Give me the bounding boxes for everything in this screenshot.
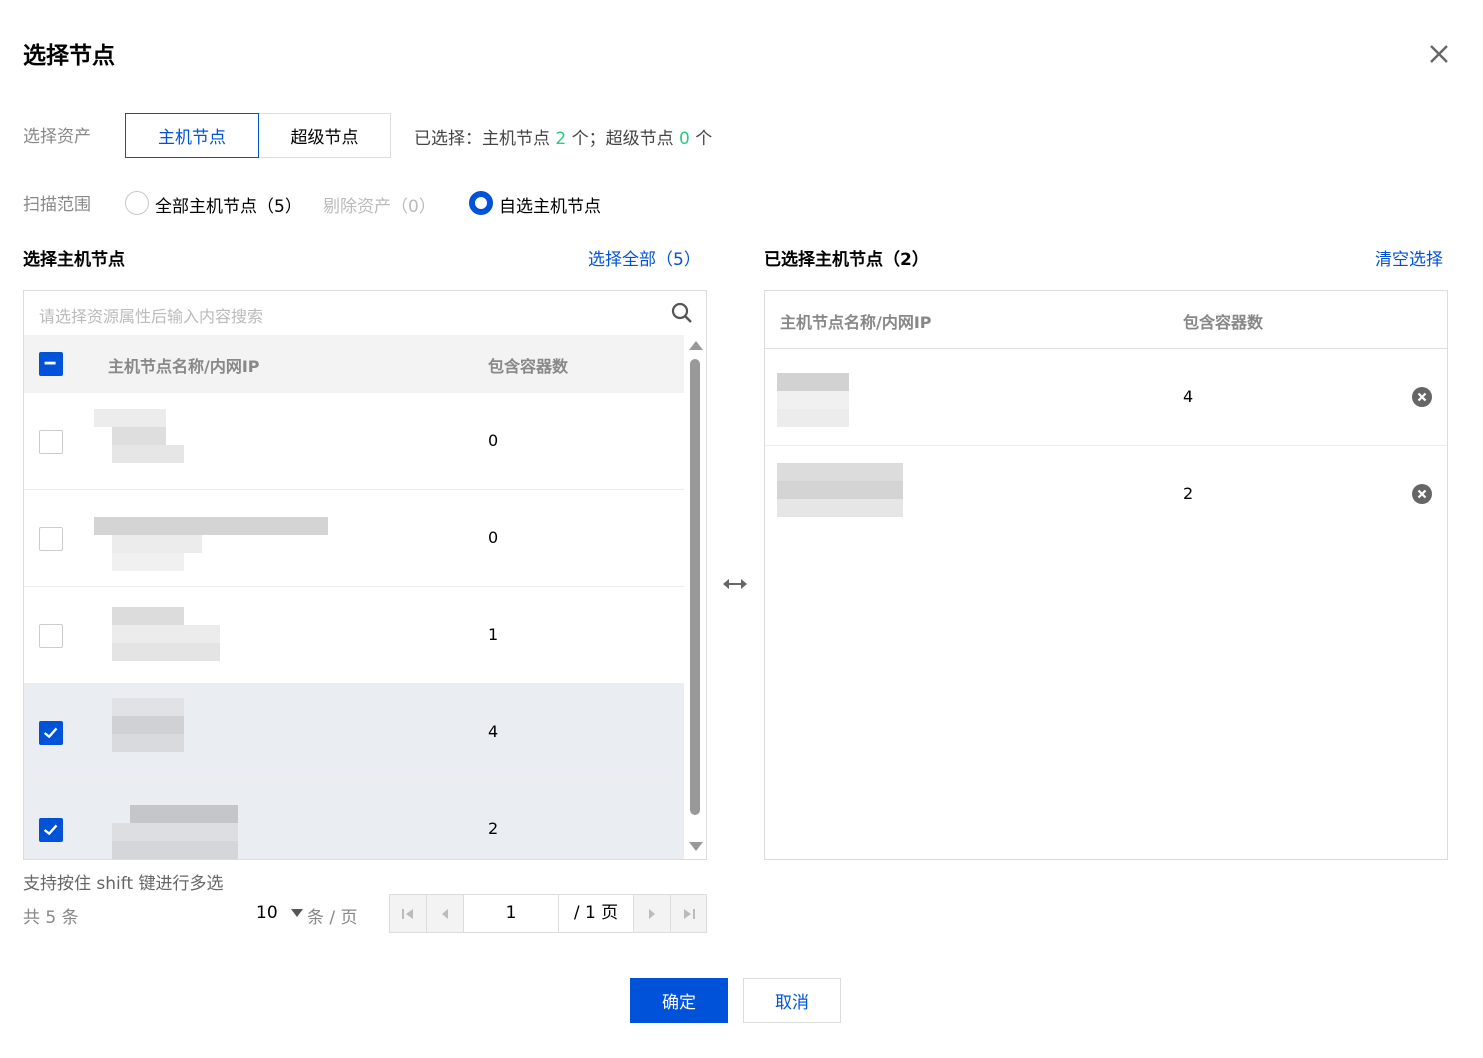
- row-container-count: 4: [488, 722, 499, 741]
- col-container-count: 包含容器数: [488, 357, 569, 376]
- redacted-host-name: [777, 373, 869, 429]
- first-page-icon: [402, 908, 413, 919]
- col-host-name: 主机节点名称/内网IP: [108, 357, 260, 376]
- row-container-count: 0: [488, 431, 499, 450]
- caret-down-icon: [291, 909, 304, 917]
- host-count: 2: [555, 129, 567, 149]
- selected-host-panel: 主机节点名称/内网IP 包含容器数 4 2: [764, 290, 1448, 860]
- scroll-up-icon[interactable]: [685, 337, 707, 353]
- check-icon: [43, 824, 58, 836]
- minus-icon: [44, 361, 56, 365]
- remove-icon[interactable]: [1411, 386, 1433, 408]
- left-panel-title: 选择主机节点: [23, 250, 125, 270]
- first-page-button[interactable]: [390, 895, 426, 932]
- close-icon[interactable]: [1427, 42, 1451, 66]
- scroll-down-icon[interactable]: [685, 839, 707, 855]
- pagination: 1 / 1 页: [389, 894, 707, 933]
- page-input[interactable]: 1: [463, 895, 559, 932]
- row-container-count: 2: [488, 819, 499, 838]
- tab-host-node[interactable]: 主机节点: [125, 113, 259, 158]
- next-page-button[interactable]: [634, 895, 670, 932]
- remove-icon[interactable]: [1411, 483, 1433, 505]
- select-all-checkbox[interactable]: [39, 352, 63, 376]
- dialog-title: 选择节点: [23, 43, 115, 69]
- asset-label: 选择资产: [23, 127, 91, 147]
- redacted-host-name: [94, 805, 240, 859]
- scope-label: 扫描范围: [23, 195, 91, 215]
- table-row[interactable]: 2: [24, 781, 684, 859]
- row-container-count: 0: [488, 528, 499, 547]
- multi-select-hint: 支持按住 shift 键进行多选: [23, 874, 224, 894]
- row-checkbox[interactable]: [39, 527, 63, 551]
- row-checkbox[interactable]: [39, 430, 63, 454]
- search-icon[interactable]: [670, 301, 694, 325]
- selected-row: 4: [765, 349, 1447, 446]
- cancel-button[interactable]: 取消: [743, 978, 841, 1023]
- row-checkbox[interactable]: [39, 721, 63, 745]
- row-container-count: 4: [1183, 387, 1194, 406]
- prev-page-button[interactable]: [426, 895, 462, 932]
- total-count: 共 5 条: [23, 908, 79, 928]
- scroll-thumb[interactable]: [690, 359, 700, 815]
- clear-selection-link[interactable]: 清空选择: [1375, 245, 1443, 270]
- vertical-scrollbar[interactable]: [685, 335, 707, 859]
- last-page-icon: [683, 908, 695, 919]
- radio-exclude-label: 剔除资产（0）: [323, 197, 436, 217]
- radio-all-hosts[interactable]: [125, 191, 149, 215]
- col-host-name: 主机节点名称/内网IP: [780, 313, 932, 332]
- tab-super-node[interactable]: 超级节点: [258, 113, 391, 158]
- check-icon: [43, 727, 58, 739]
- swap-icon: [723, 579, 747, 589]
- per-page-label: 条 / 页: [307, 908, 358, 928]
- row-checkbox[interactable]: [39, 624, 63, 648]
- right-panel-title: 已选择主机节点（2）: [764, 250, 929, 270]
- select-all-link[interactable]: 选择全部（5）: [588, 245, 701, 270]
- page-total: / 1 页: [559, 895, 634, 932]
- table-row[interactable]: 0: [24, 490, 684, 587]
- col-container-count: 包含容器数: [1183, 313, 1264, 332]
- selected-table-header: 主机节点名称/内网IP 包含容器数: [765, 291, 1447, 349]
- redacted-host-name: [94, 698, 194, 754]
- redacted-host-name: [94, 517, 330, 573]
- table-header: 主机节点名称/内网IP 包含容器数: [24, 335, 684, 393]
- row-container-count: 2: [1183, 484, 1194, 503]
- selection-summary: 已选择：主机节点 2 个；超级节点 0 个: [414, 129, 713, 149]
- row-container-count: 1: [488, 625, 499, 644]
- redacted-host-name: [777, 463, 905, 519]
- table-row[interactable]: 4: [24, 684, 684, 781]
- radio-all-hosts-label[interactable]: 全部主机节点（5）: [155, 192, 302, 217]
- page-size-select[interactable]: 10: [256, 903, 304, 923]
- search-input[interactable]: 请选择资源属性后输入内容搜索: [39, 303, 263, 327]
- confirm-button[interactable]: 确定: [630, 978, 728, 1023]
- row-checkbox[interactable]: [39, 818, 63, 842]
- radio-custom-hosts[interactable]: [469, 191, 493, 215]
- table-row[interactable]: 1: [24, 587, 684, 684]
- redacted-host-name: [94, 409, 194, 465]
- table-row[interactable]: 0: [24, 393, 684, 490]
- super-count: 0: [679, 129, 690, 149]
- last-page-button[interactable]: [670, 895, 706, 932]
- prev-page-icon: [441, 908, 448, 919]
- radio-custom-hosts-label[interactable]: 自选主机节点: [499, 192, 601, 217]
- selected-row: 2: [765, 446, 1447, 543]
- host-list-panel: 请选择资源属性后输入内容搜索 主机节点名称/内网IP 包含容器数 0 0 1 4…: [23, 290, 707, 860]
- redacted-host-name: [94, 607, 222, 663]
- next-page-icon: [649, 908, 655, 919]
